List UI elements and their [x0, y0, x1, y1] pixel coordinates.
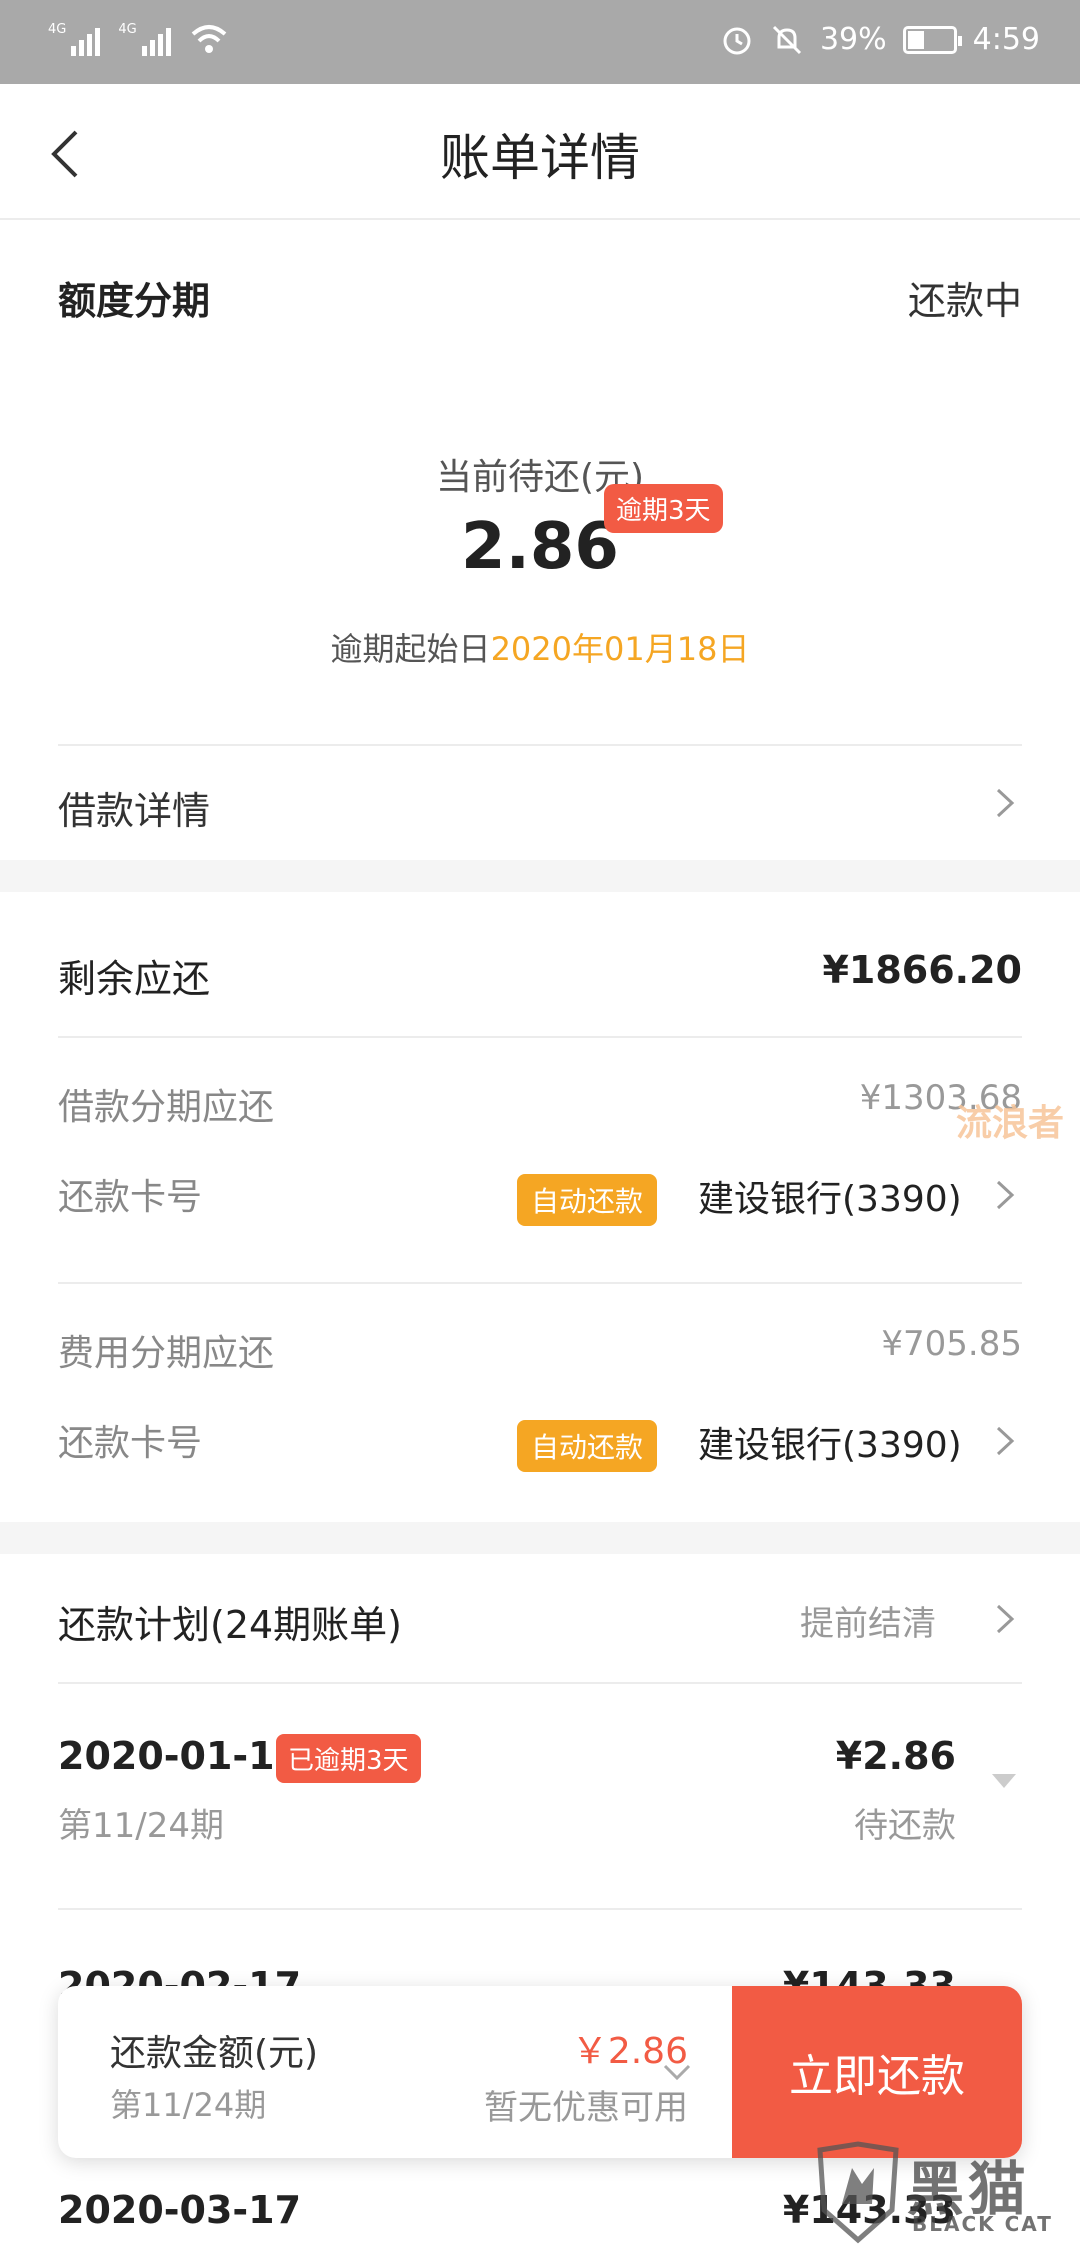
watermark-text: 流浪者: [956, 1103, 1065, 1144]
overdue-badge: 逾期3天: [604, 484, 723, 533]
bank-card: 建设银行(3390): [698, 1179, 962, 1220]
alarm-icon: [723, 27, 751, 54]
plan-header-row[interactable]: 还款计划(24期账单) 提前结清: [58, 1594, 1022, 1654]
chevron-down-icon[interactable]: [652, 2058, 702, 2088]
divider: [58, 1682, 1022, 1684]
period-status: 待还款: [854, 1806, 956, 1846]
network-type-label: 4G: [48, 22, 67, 37]
loan-detail-label: 借款详情: [58, 789, 211, 833]
chevron-right-icon: [996, 788, 1015, 818]
remaining-total-row: 剩余应还 ¥1866.20: [58, 948, 1022, 1003]
chevron-right-icon: [996, 1426, 1015, 1456]
remaining-label: 剩余应还: [58, 957, 211, 1001]
plan-title: 还款计划(24期账单): [58, 1603, 403, 1647]
principal-card-label: 还款卡号: [58, 1177, 203, 1218]
signal-icon-2: 4G: [118, 22, 171, 56]
pay-now-button[interactable]: 立即还款: [732, 1986, 1022, 2158]
remaining-amount: ¥1866.20: [822, 948, 1022, 992]
early-settle-link[interactable]: 提前结清: [800, 1596, 936, 1645]
principal-card-row[interactable]: 还款卡号 自动还款 建设银行(3390): [58, 1168, 1022, 1228]
network-type-label-2: 4G: [118, 22, 137, 37]
bill-summary-card: 额度分期 还款中 当前待还(元) 2.86 逾期3天 逾期起始日2020年01月…: [0, 220, 1080, 860]
cat-shield-icon: [817, 2141, 899, 2244]
expand-triangle-icon: [992, 1774, 1016, 1788]
pay-period: 第11/24期: [110, 2086, 267, 2124]
overdue-start-date: 2020年01月18日: [490, 630, 750, 668]
wifi-icon: [191, 25, 227, 53]
payment-bar: 还款金额(元) 第11/24期 ￥2.86 暂无优惠可用 立即还款: [58, 1986, 1022, 2158]
status-bar: 4G 4G 39% 4:59: [0, 0, 1080, 84]
battery-percent: 39%: [819, 22, 887, 57]
overdue-start-line: 逾期起始日2020年01月18日: [0, 624, 1080, 670]
fee-card-row[interactable]: 还款卡号 自动还款 建设银行(3390): [58, 1414, 1022, 1474]
period-number: 第11/24期: [58, 1806, 224, 1846]
remaining-card: 剩余应还 ¥1866.20 借款分期应还 ¥1303.68 还款卡号 自动还款 …: [0, 892, 1080, 1522]
auto-repay-badge: 自动还款: [517, 1420, 658, 1472]
fee-row: 费用分期应还 ¥705.85: [58, 1324, 1022, 1376]
period-date: 2020-03-17: [58, 2188, 302, 2232]
bank-card: 建设银行(3390): [698, 1425, 962, 1466]
overdue-start-label: 逾期起始日: [330, 630, 491, 668]
repayment-status: 还款中: [907, 279, 1022, 323]
current-due-label: 当前待还(元): [435, 457, 645, 498]
fee-amount: ¥705.85: [881, 1324, 1022, 1364]
loan-detail-row[interactable]: 借款详情: [58, 744, 1022, 860]
fee-card-label: 还款卡号: [58, 1423, 203, 1464]
chevron-right-icon: [996, 1604, 1015, 1634]
watermark-logo-en: BLACK CAT: [912, 2212, 1053, 2236]
divider: [58, 1036, 1022, 1038]
period-date: 2020-01-17: [58, 1734, 302, 1778]
signal-icon: 4G: [48, 22, 101, 56]
fee-label: 费用分期应还: [58, 1333, 275, 1374]
clock: 4:59: [972, 22, 1040, 57]
current-due-amount: 2.86: [461, 510, 619, 584]
period-row[interactable]: 2020-01-17 已逾期3天 第11/24期 ¥2.86 待还款: [58, 1734, 1022, 1884]
watermark-logo: 黑猫 BLACK CAT: [808, 2140, 1080, 2244]
pay-amount-label: 还款金额(元): [110, 2033, 319, 2074]
battery-icon: [902, 25, 962, 54]
chevron-right-icon: [996, 1180, 1015, 1210]
product-name: 额度分期: [58, 279, 211, 323]
divider: [58, 1908, 1022, 1910]
principal-label: 借款分期应还: [58, 1087, 275, 1128]
auto-repay-badge: 自动还款: [517, 1174, 658, 1226]
period-amount: ¥2.86: [835, 1734, 956, 1778]
mute-icon: [772, 25, 801, 54]
overdue-badge: 已逾期3天: [276, 1734, 421, 1783]
discount-text[interactable]: 暂无优惠可用: [410, 2080, 688, 2129]
divider: [58, 1282, 1022, 1284]
principal-row: 借款分期应还 ¥1303.68: [58, 1078, 1022, 1130]
nav-bar: 账单详情: [0, 84, 1080, 220]
page-title: 账单详情: [440, 129, 640, 187]
